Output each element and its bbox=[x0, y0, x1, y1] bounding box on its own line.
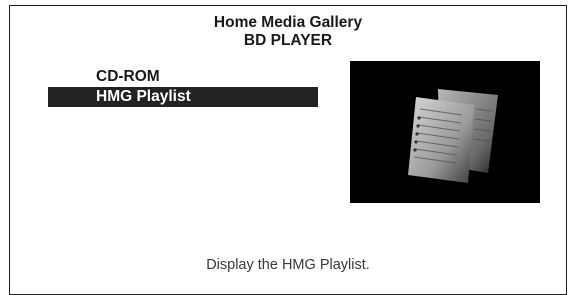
source-menu: CD-ROM HMG Playlist bbox=[48, 67, 318, 107]
device-name: BD PLAYER bbox=[243, 32, 333, 49]
menu-item-cd-rom[interactable]: CD-ROM bbox=[48, 67, 318, 87]
menu-item-hmg-playlist[interactable]: HMG Playlist bbox=[48, 87, 318, 107]
menu-item-label: HMG Playlist bbox=[96, 88, 191, 105]
page-title: Home Media Gallery bbox=[213, 14, 363, 31]
status-message: Display the HMG Playlist. bbox=[206, 257, 370, 273]
menu-item-label: CD-ROM bbox=[96, 68, 160, 85]
header: Home Media Gallery BD PLAYER bbox=[10, 14, 566, 50]
playlist-documents-icon bbox=[408, 89, 498, 183]
screen-frame: Home Media Gallery BD PLAYER CD-ROM HMG … bbox=[9, 5, 567, 295]
preview-panel bbox=[350, 61, 540, 203]
